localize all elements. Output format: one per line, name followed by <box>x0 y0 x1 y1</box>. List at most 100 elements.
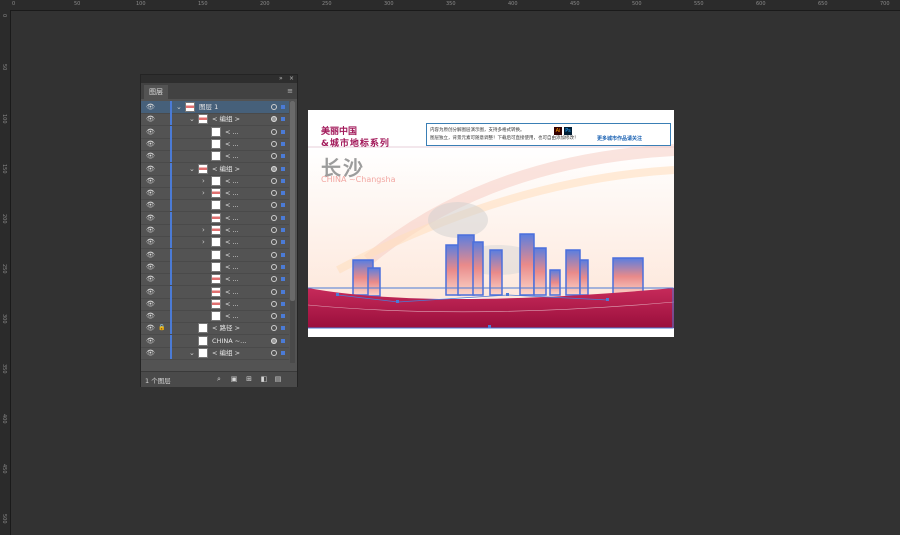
layer-name[interactable]: < ... <box>225 249 239 261</box>
target-circle-icon[interactable] <box>271 276 277 283</box>
layer-name[interactable]: < 编组 > <box>212 163 240 175</box>
layer-row[interactable]: 👁 › < ... <box>141 187 289 201</box>
layer-name[interactable]: 图层 1 <box>199 101 218 113</box>
layer-row[interactable]: 👁 < ... <box>141 297 289 311</box>
layer-name[interactable]: < ... <box>225 126 239 138</box>
search-icon[interactable]: ⌕ <box>215 375 223 383</box>
selection-square-icon[interactable] <box>281 105 285 109</box>
layer-name[interactable]: < 编组 > <box>212 113 240 125</box>
scrollbar-thumb[interactable] <box>290 101 295 301</box>
visibility-eye-icon[interactable]: 👁 <box>146 312 155 320</box>
layer-name[interactable]: < ... <box>225 199 239 211</box>
layer-row[interactable]: 👁 › < ... <box>141 174 289 188</box>
visibility-eye-icon[interactable]: 👁 <box>146 300 155 308</box>
selection-square-icon[interactable] <box>281 289 285 294</box>
target-circle-icon[interactable] <box>271 190 277 197</box>
close-icon[interactable]: × <box>289 75 294 83</box>
target-circle-icon[interactable] <box>271 202 277 209</box>
artwork-city-english[interactable]: CHINA ~Changsha <box>321 175 396 184</box>
layer-row[interactable]: 👁 < ... <box>141 150 289 164</box>
layer-row[interactable]: 👁 ⌄ < 编组 > <box>141 113 289 127</box>
layer-name[interactable]: < ... <box>225 150 239 162</box>
selection-square-icon[interactable] <box>281 277 285 282</box>
selection-square-icon[interactable] <box>281 326 285 331</box>
layer-name[interactable]: < ... <box>225 224 239 236</box>
visibility-eye-icon[interactable]: 👁 <box>146 189 155 197</box>
target-circle-icon[interactable] <box>271 214 277 221</box>
tab-layers[interactable]: 图层 <box>144 85 168 99</box>
target-circle-icon[interactable] <box>271 153 277 160</box>
selection-square-icon[interactable] <box>281 338 285 343</box>
visibility-eye-icon[interactable]: 👁 <box>146 263 155 271</box>
layer-name[interactable]: < ... <box>225 286 239 298</box>
selection-square-icon[interactable] <box>281 215 285 220</box>
expand-arrow-icon[interactable]: ⌄ <box>189 348 195 358</box>
layer-row[interactable]: 👁 🔒 < 路径 > <box>141 322 289 336</box>
layers-scrollbar[interactable] <box>290 101 295 363</box>
visibility-eye-icon[interactable]: 👁 <box>146 324 155 332</box>
panel-title-bar[interactable]: » × <box>141 75 297 83</box>
layer-row[interactable]: 👁 < ... <box>141 137 289 151</box>
panel-menu-icon[interactable]: ≡ <box>287 87 293 95</box>
layer-name[interactable]: < ... <box>225 236 239 248</box>
visibility-eye-icon[interactable]: 👁 <box>146 337 155 345</box>
selection-square-icon[interactable] <box>281 117 285 122</box>
selection-square-icon[interactable] <box>281 203 285 208</box>
target-circle-icon[interactable] <box>271 288 277 295</box>
layer-row[interactable]: 👁 < ... <box>141 285 289 299</box>
visibility-eye-icon[interactable]: 👁 <box>146 177 155 185</box>
target-circle-icon[interactable] <box>271 239 277 246</box>
lock-icon[interactable]: 🔒 <box>158 324 166 332</box>
layers-panel[interactable]: » × 图层 ≡ 👁 ⌄ 图层 1 👁 ⌄ < 编组 > 👁 < ... 👁 < ... 👁 < ..… <box>140 74 298 387</box>
visibility-eye-icon[interactable]: 👁 <box>146 165 155 173</box>
selection-square-icon[interactable] <box>281 351 285 355</box>
layer-name[interactable]: CHINA ~... <box>212 335 246 347</box>
visibility-eye-icon[interactable]: 👁 <box>146 238 155 246</box>
new-sublayer-icon[interactable]: ⊞ <box>245 375 253 383</box>
visibility-eye-icon[interactable]: 👁 <box>146 152 155 160</box>
layer-row[interactable]: 👁 › < ... <box>141 224 289 237</box>
target-circle-icon[interactable] <box>271 104 277 110</box>
layer-name[interactable]: < ... <box>225 273 239 285</box>
layer-name[interactable]: < 路径 > <box>212 322 240 334</box>
layer-row[interactable]: 👁 < ... <box>141 248 289 262</box>
layer-name[interactable]: < ... <box>225 175 239 187</box>
layer-row[interactable]: 👁 CHINA ~... <box>141 334 289 348</box>
layer-row[interactable]: 👁 < ... <box>141 125 289 139</box>
layer-row[interactable]: 👁 < ... <box>141 211 289 225</box>
selection-square-icon[interactable] <box>281 129 285 134</box>
selection-square-icon[interactable] <box>281 166 285 171</box>
visibility-eye-icon[interactable]: 👁 <box>146 288 155 296</box>
layer-row[interactable]: 👁 < ... <box>141 310 289 324</box>
layer-name[interactable]: < 编组 > <box>212 347 240 359</box>
target-circle-icon[interactable] <box>271 165 277 172</box>
target-circle-icon[interactable] <box>271 116 277 123</box>
target-circle-icon[interactable] <box>271 140 277 147</box>
selection-square-icon[interactable] <box>281 178 285 183</box>
artwork-title-line2[interactable]: &城市地标系列 <box>321 136 390 149</box>
selection-square-icon[interactable] <box>281 301 285 306</box>
collapse-icon[interactable]: » <box>279 75 283 83</box>
visibility-eye-icon[interactable]: 👁 <box>146 115 155 123</box>
layer-name[interactable]: < ... <box>225 187 239 199</box>
layer-name[interactable]: < ... <box>225 212 239 224</box>
selection-square-icon[interactable] <box>281 264 285 269</box>
selection-square-icon[interactable] <box>281 154 285 159</box>
target-circle-icon[interactable] <box>271 227 277 233</box>
artwork-note-box[interactable]: 内容为原创分解图层演示图，支持多格式转换。 图层独立，背景元素可随意调整！下载后… <box>426 123 671 146</box>
target-circle-icon[interactable] <box>271 337 277 344</box>
expand-arrow-icon[interactable]: ⌄ <box>189 114 195 124</box>
artboard[interactable]: 美丽中国 &城市地标系列 长沙 CHINA ~Changsha 内容为原创分解图… <box>308 110 674 337</box>
visibility-eye-icon[interactable]: 👁 <box>146 201 155 209</box>
expand-arrow-icon[interactable]: ⌄ <box>189 164 195 174</box>
target-circle-icon[interactable] <box>271 313 277 320</box>
selection-square-icon[interactable] <box>281 252 285 257</box>
layer-row[interactable]: 👁 ⌄ < 编组 > <box>141 347 289 360</box>
target-circle-icon[interactable] <box>271 251 277 258</box>
layer-name[interactable]: < ... <box>225 261 239 273</box>
collapse-arrow-icon[interactable]: › <box>202 176 205 186</box>
layer-row[interactable]: 👁 ⌄ < 编组 > <box>141 162 289 176</box>
layer-name[interactable]: < ... <box>225 298 239 310</box>
collapse-arrow-icon[interactable]: › <box>202 225 205 235</box>
delete-icon[interactable]: ▤ <box>274 375 282 383</box>
